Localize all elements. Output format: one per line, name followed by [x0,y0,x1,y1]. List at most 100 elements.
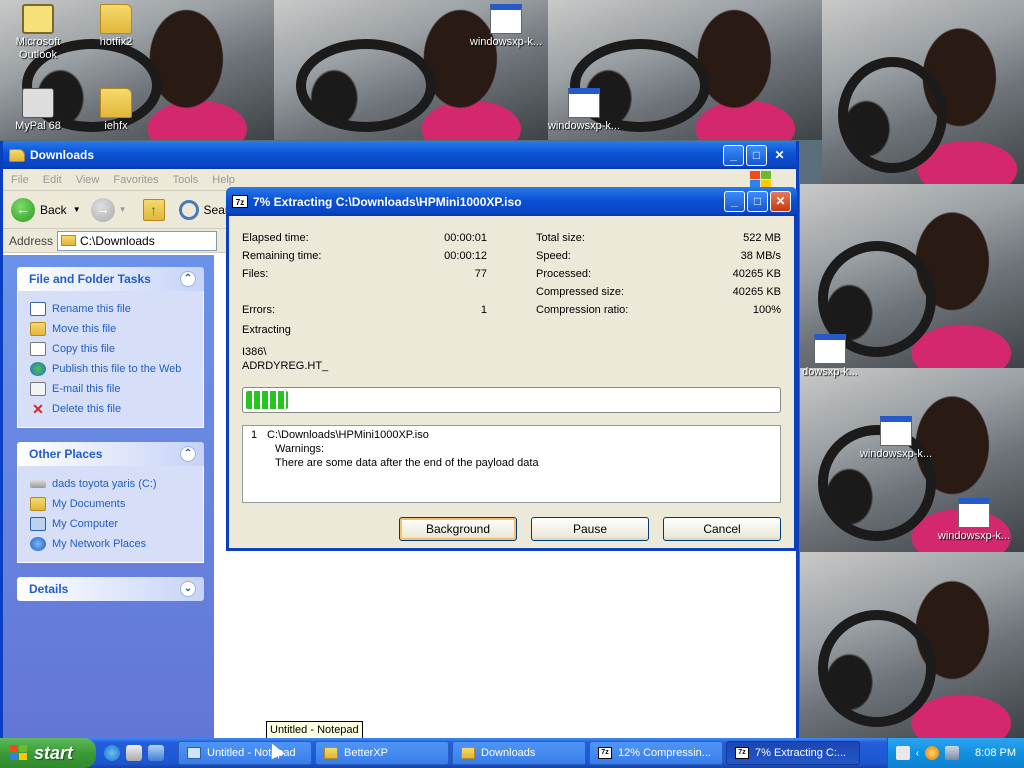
move-icon [30,322,46,336]
mypal-icon [22,88,54,118]
desktop-icon-mypal[interactable]: MyPal 68 [0,88,76,133]
speed-row: Speed: 38 MB/s [536,250,781,262]
menu-favorites[interactable]: Favorites [113,174,158,186]
back-dropdown-icon[interactable]: ▼ [73,205,81,214]
extract-progress-dialog: 7z 7% Extracting C:\Downloads\HPMini1000… [226,187,797,551]
application-icon [880,416,912,446]
windows-logo-icon [10,745,28,761]
explorer-title-bar[interactable]: Downloads _ □ ✕ [3,141,796,169]
minimize-button[interactable]: _ [724,191,745,212]
file-folder-tasks-header[interactable]: File and Folder Tasks ⌃ [17,267,204,291]
app-shortcut-icon[interactable] [126,745,142,761]
other-places-header[interactable]: Other Places ⌃ [17,442,204,466]
stats-left: Elapsed time: 00:00:01 Remaining time: 00:… [242,229,487,319]
wallpaper-tile [822,0,1024,184]
back-arrow-icon[interactable]: ← [11,197,35,222]
address-value: C:\Downloads [80,233,155,248]
file-folder-tasks-panel: File and Folder Tasks ⌃ Rename this file… [17,267,204,428]
forward-button[interactable]: → [90,197,115,222]
menu-file[interactable]: File [11,174,29,186]
address-label: Address [9,233,54,248]
desktop-icon-windowsxp-4[interactable]: windowsxp-k... [858,416,934,461]
compression-ratio-row: Compression ratio: 100% [536,304,781,316]
place-my-computer[interactable]: My Computer [30,514,203,534]
dialog-title-bar[interactable]: 7z 7% Extracting C:\Downloads\HPMini1000… [226,187,797,216]
log-warnings-label: Warnings: [275,443,325,455]
taskbar-tooltip: Untitled - Notepad [266,721,363,739]
tray-app-icon[interactable] [925,746,940,760]
dialog-body: Elapsed time: 00:00:01 Remaining time: 00:… [229,216,794,541]
message-log[interactable]: 1 C:\Downloads\HPMini1000XP.iso Warnings… [242,425,781,503]
place-my-documents[interactable]: My Documents [30,494,203,514]
expand-chevron-icon[interactable]: ⌄ [180,581,196,597]
dialog-title: 7% Extracting C:\Downloads\HPMini1000XP.… [253,194,522,209]
desktop-icon-outlook[interactable]: Microsoft Outlook [0,4,76,62]
maximize-button[interactable]: □ [746,144,767,166]
clock[interactable]: 8:08 PM [975,747,1016,759]
pause-button[interactable]: Pause [531,517,649,541]
keyboard-icon[interactable] [895,746,910,760]
task-rename-file[interactable]: Rename this file [30,299,203,319]
desktop-icon-windowsxp-3[interactable]: dowsxp-k... [800,334,860,379]
background-button[interactable]: Background [399,517,517,541]
collapse-chevron-icon[interactable]: ⌃ [180,271,196,287]
desktop-icon-windowsxp-2[interactable]: windowsxp-k... [546,88,622,133]
place-drive-c[interactable]: dads toyota yaris (C:) [30,474,203,494]
task-pane: File and Folder Tasks ⌃ Rename this file… [3,255,214,738]
file-folder-tasks-list: Rename this file Move this file Copy thi… [17,291,204,428]
task-email-file[interactable]: E-mail this file [30,379,203,399]
desktop-icon-windowsxp-1[interactable]: windowsxp-k... [468,4,544,49]
place-my-network[interactable]: My Network Places [30,534,203,554]
compressed-size-row: Compressed size: 40265 KB [536,286,781,298]
collapse-chevron-icon[interactable]: ⌃ [180,446,196,462]
up-folder-icon[interactable]: ↑ [142,198,165,221]
desktop-icon-iehfx[interactable]: iehfx [78,88,154,133]
task-betterxp[interactable]: BetterXP [315,741,449,765]
app-shortcut-icon[interactable] [148,745,164,761]
internet-explorer-icon[interactable] [104,745,120,761]
other-places-panel: Other Places ⌃ dads toyota yaris (C:) My… [17,442,204,563]
close-button[interactable]: ✕ [769,145,790,166]
folder-icon [100,88,132,118]
folder-icon [461,747,475,759]
log-warning-message: There are some data after the end of the… [275,457,539,469]
search-icon[interactable] [178,199,199,220]
task-delete-file[interactable]: ✕ Delete this file [30,399,203,419]
task-extracting[interactable]: 7z 7% Extracting C:... [726,741,860,765]
network-status-icon[interactable] [945,746,960,760]
task-untitled-notepad[interactable]: Untitled - Notepad [178,741,312,765]
application-icon [490,4,522,34]
address-input[interactable]: C:\Downloads [57,230,218,251]
task-publish-web[interactable]: Publish this file to the Web [30,359,203,379]
details-header[interactable]: Details ⌄ [17,577,204,601]
application-icon [958,498,990,528]
desktop-icon-hotfix2[interactable]: hotfix2 [78,4,154,49]
wallpaper-tile [800,552,1024,738]
documents-folder-icon [30,497,46,511]
menu-tools[interactable]: Tools [173,174,199,186]
log-entry: 1 C:\Downloads\HPMini1000XP.iso [251,429,429,441]
task-move-file[interactable]: Move this file [30,319,203,339]
forward-dropdown-icon[interactable]: ▼ [119,205,127,214]
folder-icon [324,747,338,759]
task-compressing[interactable]: 7z 12% Compressin... [589,741,723,765]
maximize-button[interactable]: □ [747,191,768,212]
7zip-icon: 7z [735,747,749,759]
show-hidden-icons-arrow-icon[interactable]: ‹ [916,748,919,759]
progress-fill [246,391,289,409]
desktop-icon-windowsxp-5[interactable]: windowsxp-k... [936,498,1012,543]
start-button[interactable]: start [0,738,96,768]
rename-icon [30,302,46,316]
computer-icon [30,517,46,531]
close-button[interactable]: ✕ [770,191,791,212]
menu-help[interactable]: Help [212,174,235,186]
minimize-button[interactable]: _ [723,144,744,166]
current-file: ADRDYREG.HT_ [242,360,329,372]
task-downloads[interactable]: Downloads [452,741,586,765]
menu-edit[interactable]: Edit [43,174,62,186]
menu-view[interactable]: View [76,174,100,186]
back-button[interactable]: Back [40,203,67,217]
taskbar: start Untitled - Notepad BetterXP Downlo… [0,738,1024,768]
cancel-button[interactable]: Cancel [663,517,781,541]
task-copy-file[interactable]: Copy this file [30,339,203,359]
